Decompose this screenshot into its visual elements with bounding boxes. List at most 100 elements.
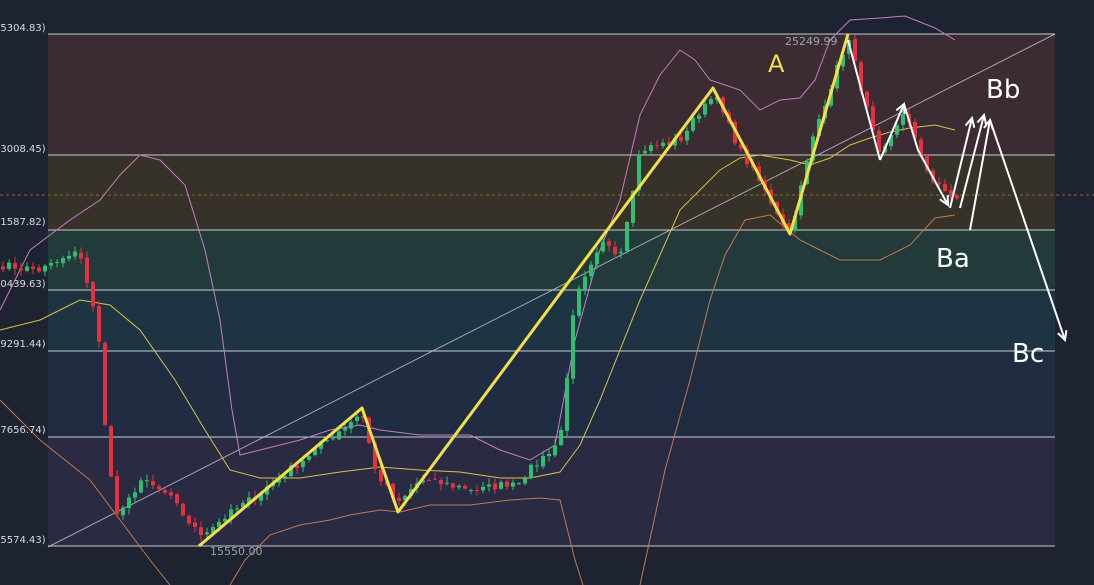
candle-body-103 — [619, 251, 623, 254]
candle-body-90 — [541, 455, 545, 467]
candle-body-4 — [25, 266, 29, 271]
candle-body-87 — [523, 478, 527, 484]
candle-body-104 — [625, 221, 629, 252]
candle-body-51 — [307, 456, 311, 460]
candle-body-5 — [31, 266, 35, 269]
candle-body-21 — [127, 497, 131, 509]
candle-body-85 — [511, 482, 515, 487]
candle-body-1 — [7, 262, 11, 269]
candle-body-17 — [103, 342, 107, 425]
candle-body-28 — [169, 492, 173, 496]
candle-body-2 — [13, 263, 17, 269]
candle-body-24 — [145, 480, 149, 482]
candle-body-33 — [199, 527, 203, 536]
wave-label-ba: Ba — [936, 244, 970, 274]
candle-body-83 — [499, 482, 503, 489]
fib-label-3: 21587.82) — [0, 217, 46, 228]
candle-body-6 — [37, 267, 41, 272]
candle-body-71 — [427, 479, 431, 481]
candle-body-118 — [709, 99, 713, 105]
candle-body-113 — [679, 136, 683, 141]
candle-body-22 — [133, 492, 137, 498]
fib-band-1 — [48, 34, 1055, 155]
candlestick-chart: 25304.83) 23008.45) 21587.82) 20439.63) … — [0, 15, 1094, 585]
candle-body-91 — [547, 453, 551, 457]
candle-body-31 — [187, 515, 191, 524]
fib-label-5: 19291.44) — [0, 339, 46, 350]
candle-body-86 — [517, 483, 521, 485]
candle-body-115 — [691, 117, 695, 131]
candle-body-117 — [703, 103, 707, 115]
candle-body-81 — [487, 484, 491, 487]
candle-body-92 — [553, 445, 557, 456]
fib-label-1: 25304.83) — [0, 23, 46, 34]
candle-body-57 — [343, 427, 347, 431]
candle-body-116 — [697, 115, 701, 119]
candle-body-88 — [529, 464, 533, 479]
fib-band-3 — [48, 230, 1055, 290]
candle-body-93 — [559, 429, 563, 445]
candle-body-108 — [649, 145, 653, 151]
candle-body-9 — [55, 261, 59, 263]
candle-body-73 — [439, 479, 443, 485]
high-price-annotation: 25249.99 — [785, 35, 838, 48]
candle-body-78 — [469, 489, 473, 491]
candle-body-82 — [493, 483, 497, 490]
candle-body-101 — [607, 241, 611, 246]
candle-body-10 — [61, 258, 65, 264]
candle-body-56 — [337, 431, 341, 440]
candle-body-75 — [451, 483, 455, 488]
fib-band-2 — [48, 155, 1055, 230]
candle-body-99 — [595, 252, 599, 264]
candle-body-157 — [943, 184, 947, 192]
candle-body-7 — [43, 265, 47, 272]
candle-body-15 — [91, 281, 95, 307]
candle-body-102 — [613, 246, 617, 255]
candle-body-30 — [181, 503, 185, 516]
candle-body-0 — [1, 266, 5, 270]
candle-body-76 — [457, 485, 461, 488]
candle-body-150 — [901, 114, 905, 125]
candle-body-107 — [643, 151, 647, 154]
candle-body-110 — [661, 142, 665, 147]
candle-body-11 — [67, 255, 71, 259]
candle-body-12 — [73, 251, 77, 257]
candle-body-114 — [685, 130, 689, 141]
candle-body-20 — [121, 507, 125, 516]
fib-label-6: 17656.74) — [0, 425, 46, 436]
candle-body-79 — [475, 490, 479, 492]
candle-body-27 — [163, 489, 167, 493]
candle-body-23 — [139, 480, 143, 493]
chart-root: 25304.83) 23008.45) 21587.82) 20439.63) … — [0, 0, 1094, 585]
candle-body-95 — [571, 315, 575, 379]
fib-label-2: 23008.45) — [0, 144, 46, 155]
candle-body-29 — [175, 494, 179, 504]
candle-body-149 — [895, 125, 899, 135]
fib-label-4: 20439.63) — [0, 279, 46, 290]
candle-body-77 — [463, 485, 467, 489]
wave-label-bb: Bb — [986, 75, 1020, 105]
candle-body-59 — [355, 416, 359, 421]
candle-body-26 — [157, 486, 161, 489]
candle-body-39 — [235, 508, 239, 510]
candle-body-34 — [205, 532, 209, 535]
candle-body-18 — [109, 425, 113, 477]
candle-body-89 — [535, 465, 539, 467]
candle-body-25 — [151, 481, 155, 486]
candle-body-16 — [97, 306, 101, 342]
candle-body-66 — [397, 497, 401, 501]
candle-body-97 — [583, 276, 587, 290]
candle-body-55 — [331, 438, 335, 440]
candle-body-13 — [79, 252, 83, 259]
wave-label-bc: Bc — [1012, 339, 1044, 369]
candle-body-159 — [955, 195, 959, 199]
candle-body-96 — [577, 288, 581, 316]
candle-body-72 — [433, 478, 437, 480]
candle-body-32 — [193, 522, 197, 528]
candle-body-8 — [49, 262, 53, 266]
candle-body-109 — [655, 145, 659, 147]
candle-body-19 — [115, 476, 119, 515]
wave-label-a: A — [768, 50, 785, 78]
candle-body-14 — [85, 257, 89, 284]
candle-body-98 — [589, 264, 593, 277]
